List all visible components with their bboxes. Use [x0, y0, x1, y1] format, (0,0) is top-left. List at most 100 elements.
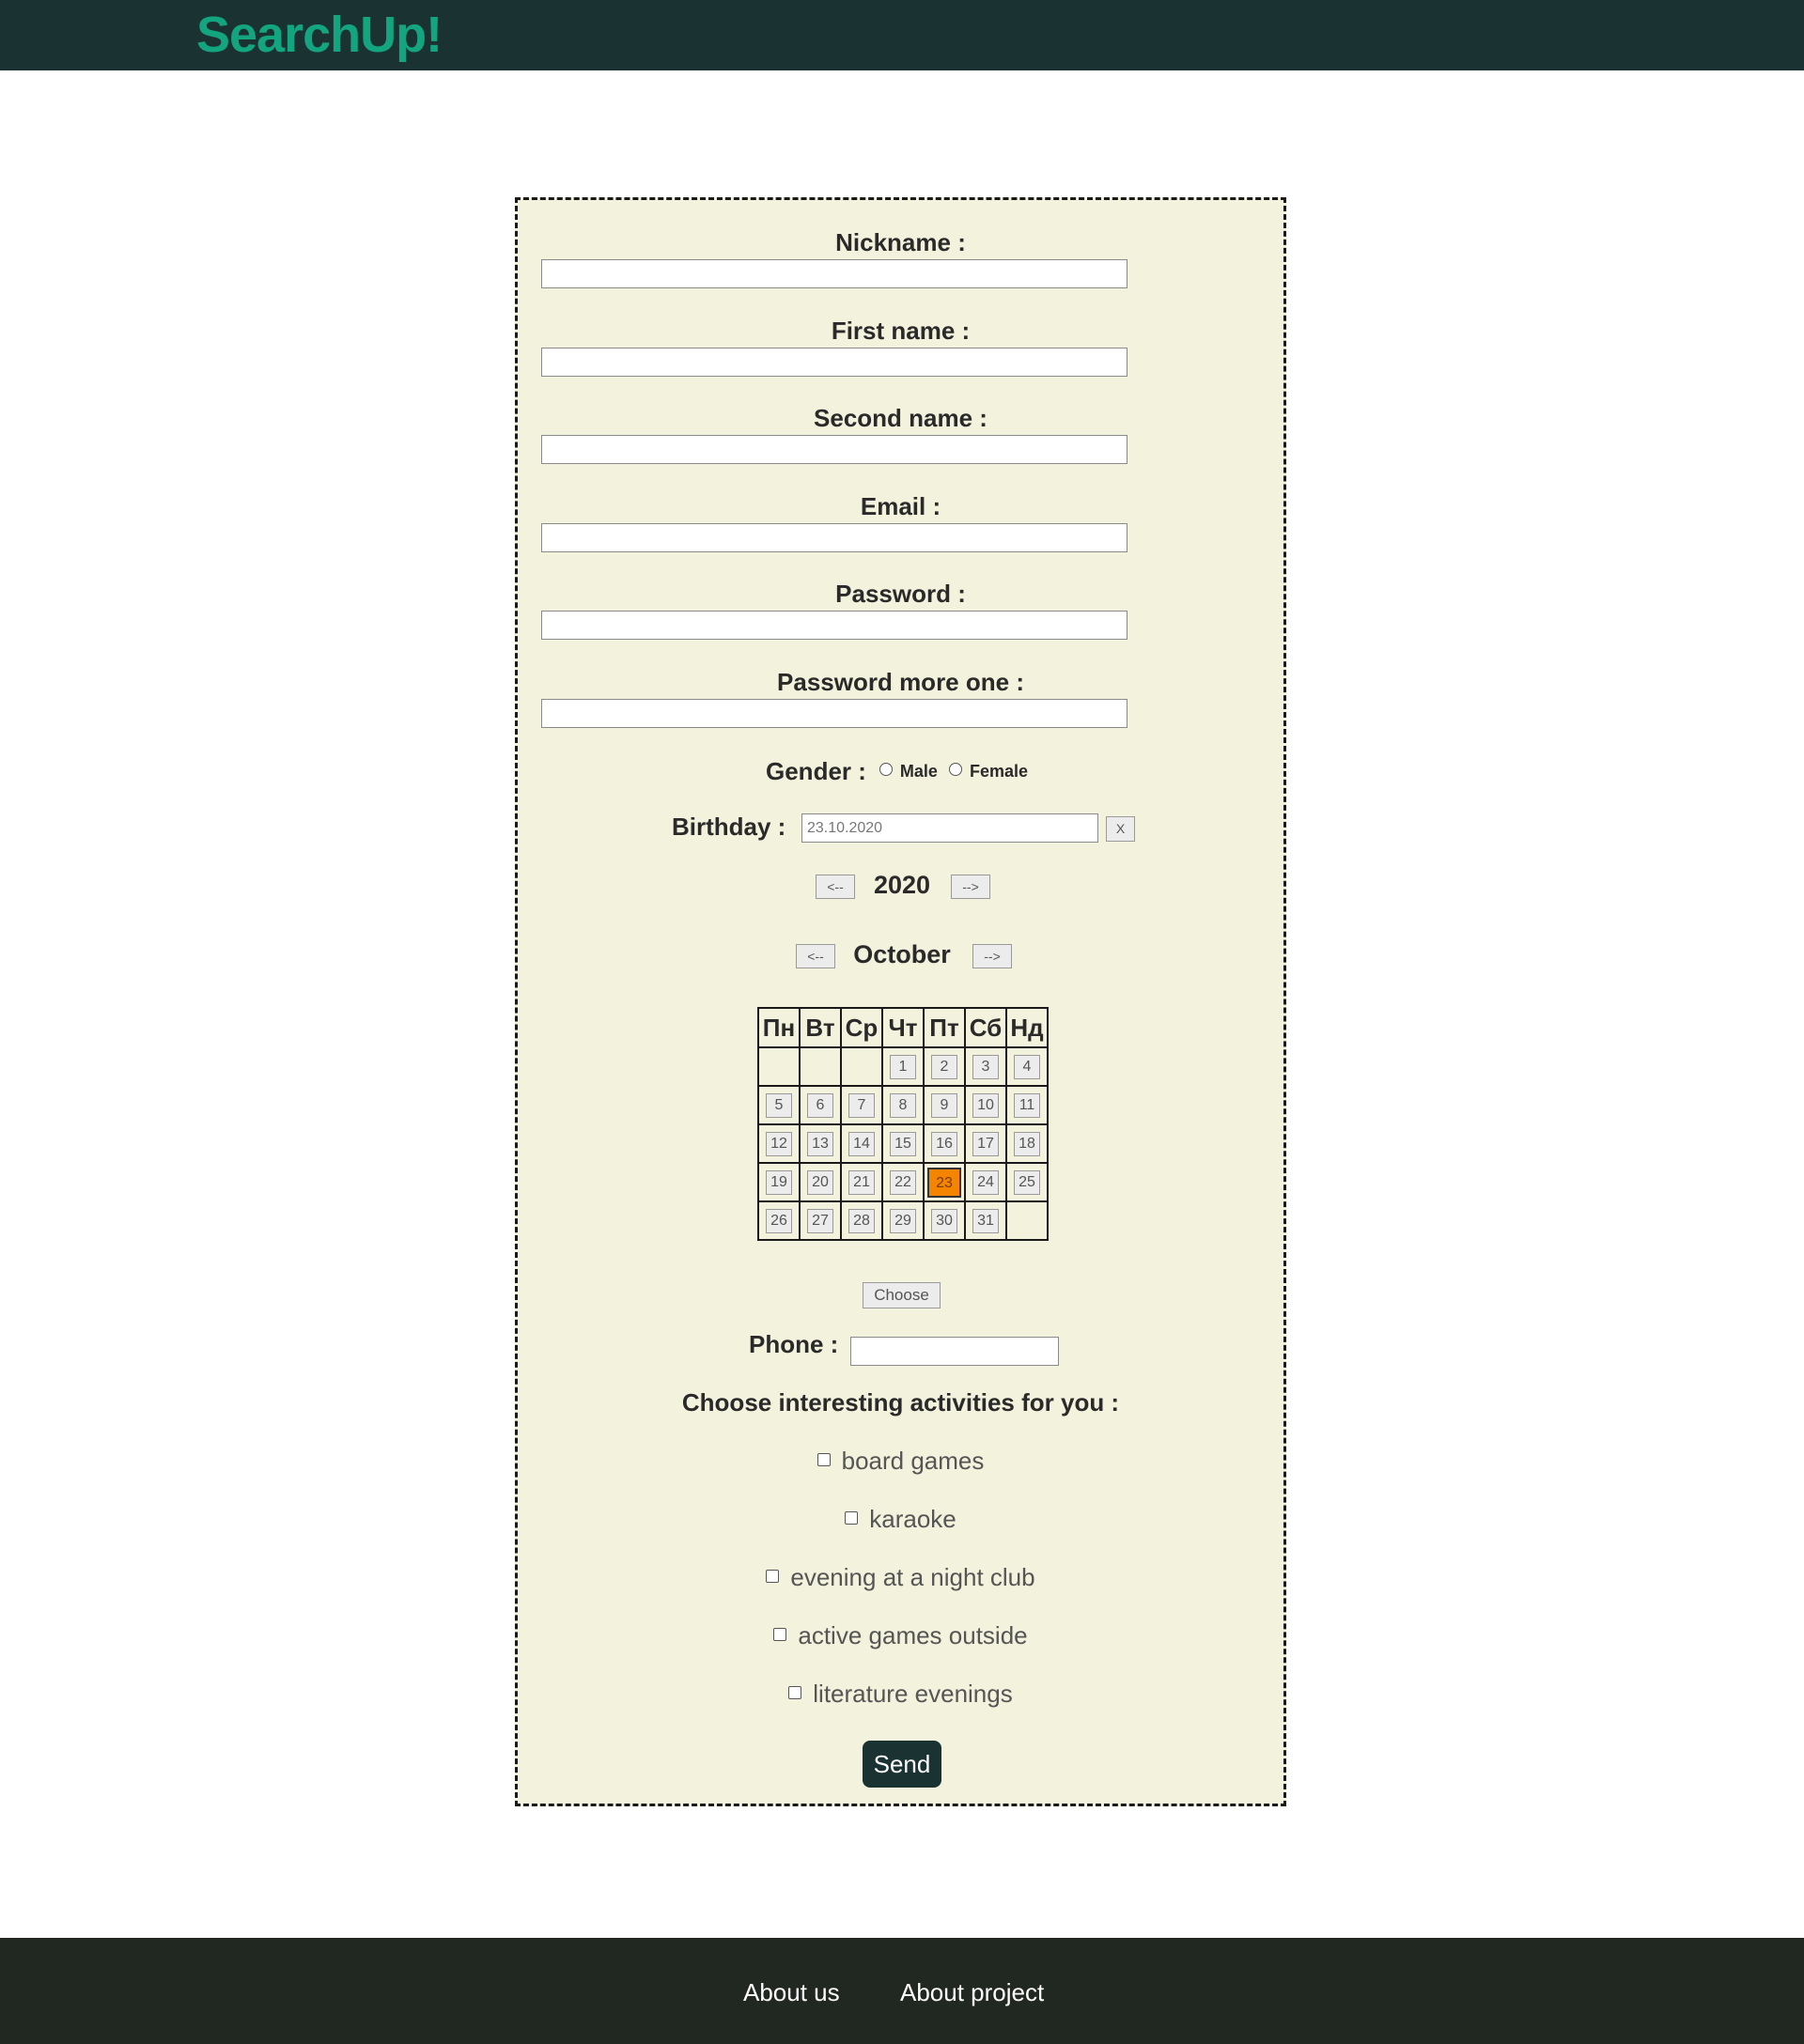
- calendar-day[interactable]: 9: [931, 1092, 957, 1118]
- calendar-day[interactable]: 10: [972, 1092, 999, 1118]
- header-bar: SearchUp!: [0, 0, 1804, 70]
- weekday-wed: Ср: [840, 1007, 883, 1048]
- second-name-input[interactable]: [541, 435, 1128, 464]
- gender-male-radio[interactable]: [879, 763, 893, 776]
- choose-date-button[interactable]: Choose: [863, 1282, 941, 1308]
- calendar-cell: 26: [757, 1200, 801, 1241]
- calendar-cell: 28: [840, 1200, 883, 1241]
- password-label: Password :: [835, 580, 966, 608]
- calendar-day[interactable]: 18: [1014, 1131, 1040, 1156]
- activities-title: Choose interesting activities for you :: [681, 1388, 1120, 1417]
- logo[interactable]: SearchUp!: [196, 4, 443, 66]
- activity-label: active games outside: [798, 1621, 1028, 1649]
- footer-link-about-us[interactable]: About us: [743, 1975, 840, 2009]
- calendar-cell: 3: [964, 1046, 1007, 1087]
- calendar-day[interactable]: 28: [848, 1208, 875, 1233]
- birthday-clear-button[interactable]: X: [1106, 816, 1135, 842]
- gender-female-radio[interactable]: [948, 763, 962, 776]
- calendar-day[interactable]: 20: [807, 1169, 833, 1195]
- calendar-cell: 8: [881, 1085, 925, 1125]
- gender-row: Gender : Male Female: [518, 754, 1283, 788]
- calendar-day[interactable]: 14: [848, 1131, 875, 1156]
- calendar-cell: 4: [1005, 1046, 1049, 1087]
- calendar-cell: 7: [840, 1085, 883, 1125]
- calendar-cell: 22: [881, 1162, 925, 1202]
- calendar-week-row: 19 20 21 22 23 24 25: [757, 1162, 1049, 1202]
- activity-item: evening at a night club: [518, 1563, 1283, 1591]
- weekday-mon: Пн: [757, 1007, 801, 1048]
- activity-item: active games outside: [518, 1621, 1283, 1649]
- calendar-day[interactable]: 17: [972, 1131, 999, 1156]
- year-next-button[interactable]: -->: [951, 875, 990, 899]
- calendar-cell: 13: [799, 1123, 842, 1164]
- calendar-day[interactable]: 3: [972, 1054, 999, 1079]
- activity-checkbox[interactable]: [845, 1511, 859, 1525]
- calendar-day[interactable]: 22: [890, 1169, 916, 1195]
- calendar-cell: 11: [1005, 1085, 1049, 1125]
- footer-link-about-project[interactable]: About project: [900, 1975, 1044, 2009]
- calendar-day[interactable]: 30: [931, 1208, 957, 1233]
- nickname-label: Nickname :: [835, 228, 966, 256]
- email-input[interactable]: [541, 523, 1128, 552]
- calendar-day[interactable]: 8: [890, 1092, 916, 1118]
- calendar-day[interactable]: 13: [807, 1131, 833, 1156]
- calendar-cell: 18: [1005, 1123, 1049, 1164]
- calendar-day[interactable]: 11: [1014, 1092, 1040, 1118]
- send-button[interactable]: Send: [863, 1741, 941, 1788]
- month-next-button[interactable]: -->: [972, 944, 1012, 968]
- year-prev-button[interactable]: <--: [816, 875, 855, 899]
- calendar-cell: 27: [799, 1200, 842, 1241]
- calendar-day[interactable]: 21: [848, 1169, 875, 1195]
- calendar-day[interactable]: 29: [890, 1208, 916, 1233]
- calendar-cell: 29: [881, 1200, 925, 1241]
- calendar-week-row: 5 6 7 8 9 10 11: [757, 1085, 1049, 1125]
- calendar-day[interactable]: 6: [807, 1092, 833, 1118]
- calendar-day[interactable]: 27: [807, 1208, 833, 1233]
- weekday-thu: Чт: [881, 1007, 925, 1048]
- calendar-day[interactable]: 19: [766, 1169, 792, 1195]
- calendar-cell: 6: [799, 1085, 842, 1125]
- calendar-day[interactable]: 31: [972, 1208, 999, 1233]
- activity-checkbox[interactable]: [788, 1686, 802, 1699]
- calendar-day[interactable]: 5: [766, 1092, 792, 1118]
- calendar-day-selected[interactable]: 23: [927, 1167, 961, 1198]
- calendar-cell: 10: [964, 1085, 1007, 1125]
- calendar-week-row: 26 27 28 29 30 31: [757, 1200, 1049, 1241]
- calendar-cell: [840, 1046, 883, 1087]
- first-name-input[interactable]: [541, 348, 1128, 377]
- gender-label: Gender :: [766, 756, 866, 785]
- calendar-day[interactable]: 25: [1014, 1169, 1040, 1195]
- calendar-cell: [757, 1046, 801, 1087]
- calendar-day[interactable]: 4: [1014, 1054, 1040, 1079]
- phone-label: Phone :: [749, 1330, 839, 1358]
- calendar-day[interactable]: 24: [972, 1169, 999, 1195]
- calendar-day[interactable]: 2: [931, 1054, 957, 1079]
- password-input[interactable]: [541, 611, 1128, 640]
- password-confirm-input[interactable]: [541, 699, 1128, 728]
- nickname-input[interactable]: [541, 259, 1128, 288]
- calendar-day[interactable]: 7: [848, 1092, 875, 1118]
- calendar-day[interactable]: 26: [766, 1208, 792, 1233]
- weekday-sun: Нд: [1005, 1007, 1049, 1048]
- calendar-day[interactable]: 1: [890, 1054, 916, 1079]
- email-label: Email :: [860, 492, 941, 520]
- activity-label: literature evenings: [813, 1680, 1013, 1708]
- calendar-day[interactable]: 15: [890, 1131, 916, 1156]
- month-prev-button[interactable]: <--: [796, 944, 835, 968]
- phone-input[interactable]: [850, 1337, 1059, 1366]
- activity-checkbox[interactable]: [816, 1453, 831, 1466]
- calendar-grid: Пн Вт Ср Чт Пт Сб Нд 1 2 3 4 5 6 7 8 9 10 11 12 13 14…: [757, 1007, 1049, 1241]
- birthday-input[interactable]: 23.10.2020: [801, 813, 1098, 843]
- activity-checkbox[interactable]: [773, 1628, 787, 1641]
- activity-checkbox[interactable]: [766, 1570, 780, 1583]
- calendar-day[interactable]: 16: [931, 1131, 957, 1156]
- calendar-cell: 14: [840, 1123, 883, 1164]
- calendar-cell: 5: [757, 1085, 801, 1125]
- gender-male-label: Male: [899, 761, 938, 781]
- calendar-cell: 9: [923, 1085, 966, 1125]
- footer: About us About project: [0, 1938, 1804, 2044]
- calendar-day[interactable]: 12: [766, 1131, 792, 1156]
- year-display: 2020: [873, 871, 931, 899]
- calendar-cell: 17: [964, 1123, 1007, 1164]
- calendar-cell: 16: [923, 1123, 966, 1164]
